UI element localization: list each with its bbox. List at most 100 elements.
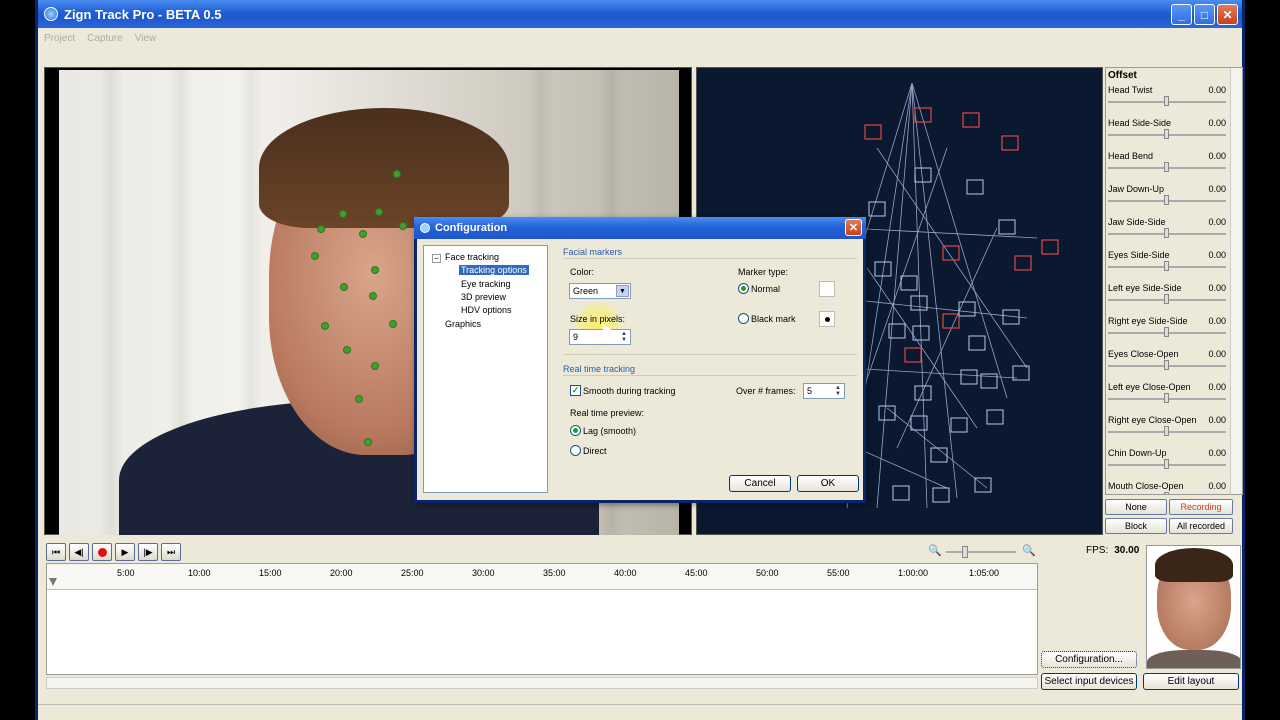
block-button[interactable]: Block [1105, 518, 1167, 534]
offset-item-value: 0.00 [1208, 184, 1226, 194]
maximize-button[interactable]: □ [1194, 4, 1215, 25]
select-input-devices-button[interactable]: Select input devices [1041, 673, 1137, 690]
step-back-button[interactable]: ◀| [69, 543, 89, 561]
menu-project[interactable]: Project [44, 33, 75, 44]
offset-item: Jaw Side-Side 0.00 [1106, 215, 1242, 248]
offset-item-value: 0.00 [1208, 382, 1226, 392]
timeline-tick-label: 20:00 [330, 568, 353, 578]
timeline-scrollbar[interactable] [46, 677, 1038, 689]
cancel-button[interactable]: Cancel [729, 475, 791, 492]
zoom-out-icon[interactable]: 🔍 [928, 544, 942, 557]
normal-radio[interactable] [738, 283, 749, 294]
tree-graphics[interactable]: Graphics [445, 319, 481, 329]
dialog-icon [420, 223, 430, 233]
offset-item-name: Mouth Close-Open [1108, 481, 1184, 491]
offset-item-name: Left eye Side-Side [1108, 283, 1182, 293]
offset-slider-thumb[interactable] [1164, 393, 1169, 403]
configuration-dialog: Configuration ✕ − Face tracking Tracking… [414, 217, 866, 503]
black-mark-swatch [819, 311, 835, 327]
recording-button[interactable]: Recording [1169, 499, 1233, 515]
ok-button[interactable]: OK [797, 475, 859, 492]
color-select[interactable]: Green ▼ [569, 283, 631, 299]
black-mark-label: Black mark [751, 314, 796, 324]
timeline[interactable]: 5:00 10:00 15:00 20:00 25:00 30:00 35:00 40:00 4… [46, 563, 1038, 675]
smooth-checkbox[interactable]: ✓ [570, 385, 581, 396]
offset-item: Right eye Close-Open 0.00 [1106, 413, 1242, 446]
marker-type-label: Marker type: [738, 267, 789, 277]
menu-bar: Project Capture View [38, 28, 1242, 48]
tree-face-tracking[interactable]: Face tracking [445, 252, 499, 262]
offset-slider-thumb[interactable] [1164, 162, 1169, 172]
options-tree: − Face tracking Tracking options Eye tra… [423, 245, 548, 493]
offset-scrollbar[interactable] [1230, 68, 1242, 494]
menu-capture[interactable]: Capture [87, 33, 123, 44]
spinner-arrows-icon[interactable]: ▲ ▼ [833, 385, 843, 397]
offset-slider-thumb[interactable] [1164, 360, 1169, 370]
direct-label: Direct [583, 446, 607, 456]
lag-smooth-label: Lag (smooth) [583, 426, 637, 436]
smooth-label: Smooth during tracking [583, 386, 676, 396]
timeline-tick-label: 25:00 [401, 568, 424, 578]
app-icon [44, 7, 58, 21]
skip-to-end-button[interactable]: ⏭ [161, 543, 181, 561]
offset-slider-thumb[interactable] [1164, 327, 1169, 337]
offset-slider-thumb[interactable] [1164, 459, 1169, 469]
dialog-title-bar: Configuration ✕ [414, 217, 866, 239]
offset-item-name: Chin Down-Up [1108, 448, 1167, 458]
offset-item-value: 0.00 [1208, 118, 1226, 128]
offset-slider-thumb[interactable] [1164, 228, 1169, 238]
timeline-tick-label: 10:00 [188, 568, 211, 578]
offset-slider-thumb[interactable] [1164, 294, 1169, 304]
timeline-tick-label: 35:00 [543, 568, 566, 578]
offset-slider-thumb[interactable] [1164, 129, 1169, 139]
offset-item-name: Head Side-Side [1108, 118, 1172, 128]
offset-item-name: Right eye Side-Side [1108, 316, 1188, 326]
zoom-in-icon[interactable]: 🔍 [1022, 544, 1036, 557]
skip-to-start-button[interactable]: ⏮ [46, 543, 66, 561]
offset-slider-thumb[interactable] [1164, 96, 1169, 106]
offset-item-value: 0.00 [1208, 349, 1226, 359]
zoom-slider-track[interactable] [946, 551, 1016, 553]
none-button[interactable]: None [1105, 499, 1167, 515]
tree-3d-preview[interactable]: 3D preview [461, 292, 506, 302]
tree-tracking-options[interactable]: Tracking options [459, 265, 529, 275]
color-select-value: Green [573, 286, 599, 296]
offset-slider-thumb[interactable] [1164, 492, 1169, 494]
zoom-slider-thumb[interactable] [962, 546, 968, 558]
all-recorded-button[interactable]: All recorded [1169, 518, 1233, 534]
offset-item-value: 0.00 [1208, 415, 1226, 425]
offset-slider-thumb[interactable] [1164, 426, 1169, 436]
offset-slider-thumb[interactable] [1164, 195, 1169, 205]
black-mark-radio[interactable] [738, 313, 749, 324]
close-button[interactable]: ✕ [1217, 4, 1238, 25]
offset-item: Jaw Down-Up 0.00 [1106, 182, 1242, 215]
offset-item: Mouth Close-Open 0.00 [1106, 479, 1242, 494]
realtime-tracking-title: Real time tracking [563, 364, 636, 374]
step-forward-button[interactable]: |▶ [138, 543, 158, 561]
record-button[interactable] [92, 543, 112, 561]
tree-hdv-options[interactable]: HDV options [461, 305, 512, 315]
chevron-down-icon: ▼ [616, 285, 629, 297]
minimize-button[interactable]: _ [1171, 4, 1192, 25]
normal-label: Normal [751, 284, 781, 294]
offset-panel: Offset Head Twist 0.00 Head Side-Side 0.00 H… [1105, 67, 1243, 495]
edit-layout-button[interactable]: Edit layout [1143, 673, 1239, 690]
playhead-icon[interactable] [49, 578, 57, 586]
lag-smooth-radio[interactable] [570, 425, 581, 436]
timeline-tick-label: 45:00 [685, 568, 708, 578]
tree-eye-tracking[interactable]: Eye tracking [461, 279, 511, 289]
configuration-button[interactable]: Configuration... [1041, 651, 1137, 668]
timeline-tick-label: 1:05:00 [969, 568, 1000, 578]
color-label: Color: [570, 267, 595, 277]
tree-collapse-icon[interactable]: − [432, 254, 441, 263]
direct-radio[interactable] [570, 445, 581, 456]
over-frames-spinner[interactable]: 5 ▲ ▼ [803, 383, 845, 399]
timeline-tick-label: 15:00 [259, 568, 282, 578]
offset-item-value: 0.00 [1208, 217, 1226, 227]
play-button[interactable]: ▶ [115, 543, 135, 561]
offset-slider-thumb[interactable] [1164, 261, 1169, 271]
dialog-close-button[interactable]: ✕ [845, 219, 862, 236]
fps-label: FPS: [1086, 545, 1109, 556]
menu-view[interactable]: View [135, 33, 157, 44]
spinner-arrows-icon[interactable]: ▲ ▼ [619, 331, 629, 343]
